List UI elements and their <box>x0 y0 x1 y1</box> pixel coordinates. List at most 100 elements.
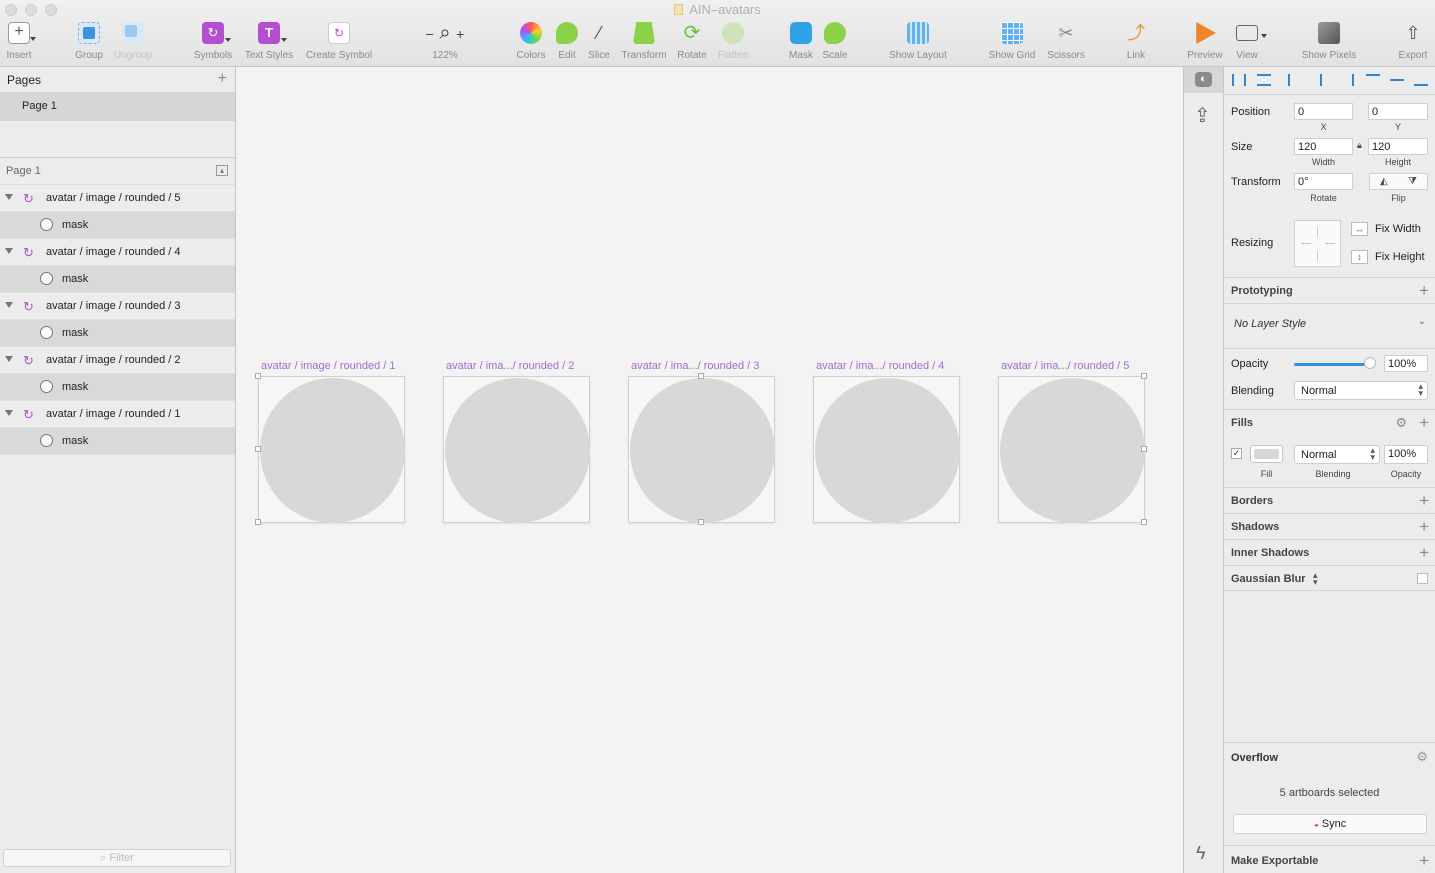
align-right-icon[interactable] <box>1340 74 1354 86</box>
fill-checkbox[interactable]: ✓ <box>1231 448 1242 459</box>
fix-height-label[interactable]: Fix Height <box>1375 251 1425 263</box>
artboard-label[interactable]: avatar / ima.../ rounded / 2 <box>446 360 574 372</box>
zoom-in-button[interactable]: + <box>456 26 464 42</box>
fix-width-label[interactable]: Fix Width <box>1375 223 1421 235</box>
selection-handle[interactable] <box>1141 373 1147 379</box>
opacity-field[interactable]: 100% <box>1384 355 1428 372</box>
edit-button[interactable]: Edit <box>553 22 581 61</box>
zoom-control[interactable]: − ⌕ + 122% <box>415 22 475 61</box>
selection-handle[interactable] <box>698 519 704 525</box>
distribute-horizontal-icon[interactable] <box>1232 74 1246 86</box>
slice-button[interactable]: ⁄ Slice <box>586 22 612 61</box>
artboard[interactable] <box>258 376 405 523</box>
align-bottom-icon[interactable] <box>1414 74 1428 86</box>
layer-child-row[interactable]: mask <box>0 320 235 347</box>
page-item[interactable]: Page 1 <box>0 93 235 121</box>
align-top-icon[interactable] <box>1366 74 1380 86</box>
share-icon[interactable]: ⇪ <box>1194 103 1211 128</box>
scale-button[interactable]: Scale <box>821 22 849 61</box>
flatten-button[interactable]: Flatten <box>715 22 751 61</box>
lightning-icon[interactable]: ϟ <box>1196 843 1206 864</box>
artboard-label[interactable]: avatar / ima.../ rounded / 5 <box>1001 360 1129 372</box>
position-x-field[interactable]: 0 <box>1294 103 1353 120</box>
preview-button[interactable]: Preview <box>1186 22 1224 61</box>
disclosure-triangle-icon[interactable] <box>5 356 13 362</box>
disclosure-triangle-icon[interactable] <box>5 302 13 308</box>
layer-child-row[interactable]: mask <box>0 212 235 239</box>
blur-checkbox[interactable] <box>1417 573 1428 584</box>
selection-handle[interactable] <box>255 519 261 525</box>
add-inner-shadow-icon[interactable]: + <box>1419 543 1429 563</box>
add-fill-icon[interactable]: + <box>1419 413 1429 433</box>
prototyping-section[interactable]: Prototyping + <box>1224 277 1435 303</box>
show-layout-button[interactable]: Show Layout <box>885 22 951 61</box>
symbols-button[interactable]: ↻ Symbols <box>192 22 234 61</box>
flip-horizontal-icon[interactable]: ◭ <box>1380 176 1388 187</box>
align-center-icon[interactable] <box>1314 74 1328 86</box>
fix-width-icon[interactable]: ↔ <box>1351 222 1368 236</box>
avatar-mask-circle[interactable] <box>815 378 960 523</box>
resizing-control[interactable] <box>1294 220 1341 267</box>
add-export-icon[interactable]: + <box>1419 851 1429 871</box>
create-symbol-button[interactable]: ↻ Create Symbol <box>302 22 376 61</box>
layer-group-row[interactable]: ↻ avatar / image / rounded / 1 <box>0 401 235 428</box>
layer-child-row[interactable]: mask <box>0 374 235 401</box>
selection-handle[interactable] <box>698 373 704 379</box>
selection-handle[interactable] <box>1141 446 1147 452</box>
rotate-field[interactable]: 0° <box>1294 173 1353 190</box>
collapse-layers-icon[interactable]: ▴ <box>216 165 228 176</box>
show-pixels-button[interactable]: Show Pixels <box>1297 22 1361 61</box>
avatar-mask-circle[interactable] <box>630 378 775 523</box>
blur-type-dropdown[interactable]: Gaussian Blur <box>1231 573 1306 585</box>
artboard[interactable] <box>813 376 960 523</box>
flip-vertical-icon[interactable]: ⧩ <box>1408 176 1417 187</box>
layer-group-row[interactable]: ↻ avatar / image / rounded / 5 <box>0 185 235 212</box>
distribute-vertical-icon[interactable] <box>1257 74 1271 86</box>
layer-group-row[interactable]: ↻ avatar / image / rounded / 3 <box>0 293 235 320</box>
layer-group-row[interactable]: ↻ avatar / image / rounded / 4 <box>0 239 235 266</box>
inspector-toggle[interactable]: ◐ <box>1184 67 1223 93</box>
sync-button[interactable]: ◒ Sync <box>1233 814 1427 834</box>
gear-icon[interactable]: ⚙ <box>1395 415 1407 431</box>
width-field[interactable]: 120 <box>1294 138 1353 155</box>
chevron-down-icon[interactable]: ⌄ <box>1418 316 1426 327</box>
avatar-mask-circle[interactable] <box>1000 378 1145 523</box>
artboard[interactable] <box>998 376 1145 523</box>
disclosure-triangle-icon[interactable] <box>5 194 13 200</box>
filter-input[interactable]: ⌕ Filter <box>3 849 231 867</box>
selection-handle[interactable] <box>1141 519 1147 525</box>
export-button[interactable]: ⇧ Export <box>1394 22 1432 61</box>
artboard-label[interactable]: avatar / ima.../ rounded / 3 <box>631 360 759 372</box>
view-button[interactable]: View <box>1232 22 1267 61</box>
zoom-out-button[interactable]: − <box>426 26 434 42</box>
opacity-slider[interactable] <box>1294 363 1369 366</box>
artboard[interactable] <box>443 376 590 523</box>
lock-ratio-icon[interactable]: 🔒︎ <box>1357 140 1362 151</box>
add-shadow-icon[interactable]: + <box>1419 517 1429 537</box>
align-middle-icon[interactable] <box>1390 74 1404 86</box>
add-border-icon[interactable]: + <box>1419 491 1429 511</box>
align-left-icon[interactable] <box>1288 74 1302 86</box>
layer-style-dropdown[interactable]: No Layer Style <box>1234 318 1306 330</box>
fill-color-well[interactable] <box>1250 445 1283 463</box>
colors-button[interactable]: Colors <box>516 22 546 61</box>
avatar-mask-circle[interactable] <box>445 378 590 523</box>
height-field[interactable]: 120 <box>1368 138 1428 155</box>
artboard-label[interactable]: avatar / image / rounded / 1 <box>261 360 396 372</box>
opacity-slider-knob[interactable] <box>1364 357 1376 369</box>
disclosure-triangle-icon[interactable] <box>5 410 13 416</box>
gear-icon[interactable]: ⚙ <box>1416 749 1428 765</box>
scissors-button[interactable]: ✂ Scissors <box>1043 22 1089 61</box>
layer-child-row[interactable]: mask <box>0 428 235 455</box>
transform-button[interactable]: Transform <box>619 22 669 61</box>
position-y-field[interactable]: 0 <box>1368 103 1428 120</box>
artboard[interactable] <box>628 376 775 523</box>
blending-dropdown[interactable]: Normal ▴ ▾ <box>1294 381 1428 400</box>
selection-handle[interactable] <box>255 373 261 379</box>
link-button[interactable]: ⤴ Link <box>1121 22 1151 61</box>
mask-button[interactable]: Mask <box>787 22 815 61</box>
fill-blending-dropdown[interactable]: Normal ▴ ▾ <box>1294 445 1380 464</box>
artboard-label[interactable]: avatar / ima.../ rounded / 4 <box>816 360 944 372</box>
fill-opacity-field[interactable]: 100% <box>1384 445 1428 464</box>
disclosure-triangle-icon[interactable] <box>5 248 13 254</box>
